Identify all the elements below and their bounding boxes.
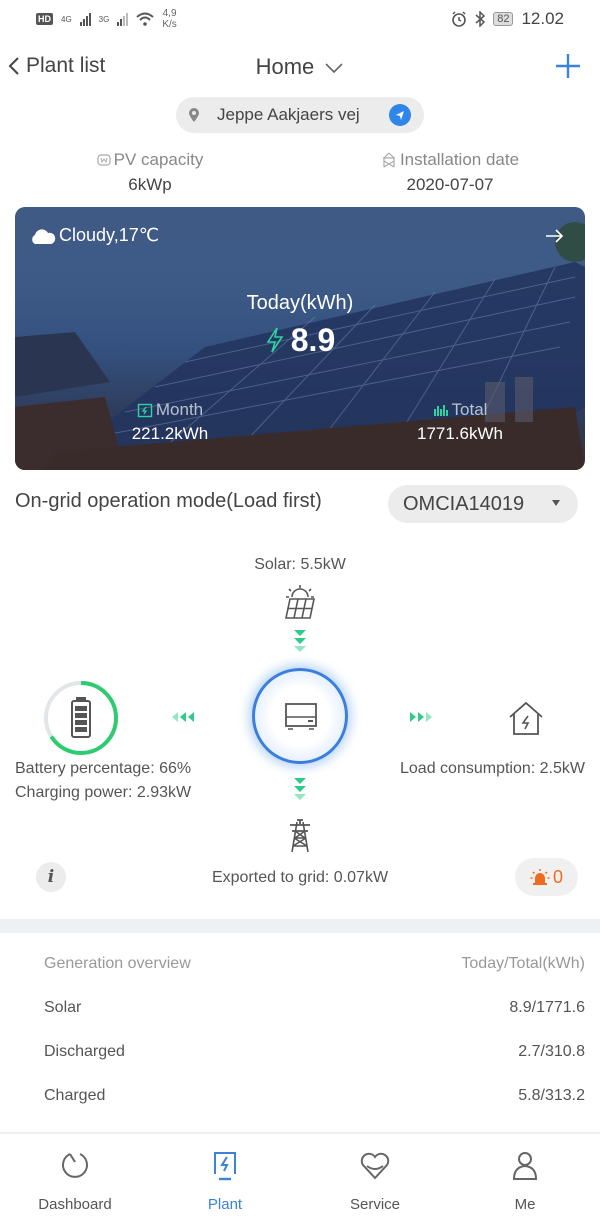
grid-export-text: Exported to grid: 0.07kW (211, 869, 389, 886)
overview-row: Charged 5.8/313.2 (44, 1087, 585, 1105)
pv-capacity: PV capacity 6kWp (75, 150, 225, 195)
house-load-icon (509, 701, 543, 735)
nav-service[interactable]: Service (315, 1148, 435, 1213)
location-pin-icon (189, 108, 199, 122)
pv-capacity-label: PV capacity (113, 150, 204, 169)
alarm-clock-icon (452, 11, 467, 27)
add-plant-button[interactable] (554, 52, 582, 80)
bar-chart-icon (433, 405, 448, 416)
operation-mode-label: On-grid operation mode(Load first) (15, 490, 322, 512)
sim1-network-label: 4G (61, 14, 72, 24)
overview-row-label: Discharged (44, 1043, 125, 1060)
dashboard-icon (62, 1153, 88, 1178)
pv-capacity-value: 6kWp (128, 175, 172, 194)
wifi-icon (136, 12, 155, 26)
hd-voice-icon: HD (36, 13, 53, 25)
signal-icon (117, 12, 129, 26)
caret-down-icon (552, 500, 560, 506)
installation-icon (382, 152, 395, 168)
speed-value: 4,9 (162, 8, 177, 19)
signal-icon (79, 12, 91, 26)
total-value: 1771.6kWh (417, 424, 503, 443)
clock: 12.02 (521, 9, 564, 28)
nav-dashboard-label: Dashboard (38, 1196, 112, 1213)
inverter-node[interactable] (252, 668, 348, 764)
battery-percentage-text: Battery percentage: 66% (15, 760, 192, 777)
nav-plant-label: Plant (207, 1196, 243, 1213)
weather-text: Cloudy,17℃ (59, 225, 159, 245)
overview-header: Generation overview Today/Total(kWh) (44, 955, 585, 973)
today-value: 8.9 (290, 322, 336, 358)
alarm-count: 0 (552, 866, 563, 887)
me-icon (512, 1152, 538, 1180)
today-label: Today(kWh) (246, 292, 354, 314)
power-tower-icon (290, 819, 310, 853)
installation-date-label: Installation date (399, 150, 520, 169)
address-text: Jeppe Aakjaers vej (217, 105, 360, 124)
nav-service-label: Service (349, 1196, 401, 1213)
overview-row: Solar 8.9/1771.6 (44, 999, 585, 1017)
overview-row-label: Charged (44, 1087, 106, 1104)
service-icon (360, 1152, 390, 1180)
battery-level: 82 (493, 12, 514, 26)
overview-row-value: 8.9/1771.6 (509, 999, 585, 1016)
sim2-network-label: 3G (98, 14, 110, 24)
battery-flow-arrows (172, 712, 194, 722)
arrow-right-icon[interactable] (543, 225, 565, 247)
network-speed: 4,9 K/s (162, 8, 176, 30)
installation-date: Installation date 2020-07-07 (365, 150, 535, 195)
navigation-arrow-icon (396, 111, 404, 120)
section-divider (0, 919, 600, 933)
nav-me[interactable]: Me (465, 1148, 585, 1213)
overview-row-label: Solar (44, 999, 82, 1016)
load-consumption-text: Load consumption: 2.5kW (400, 760, 585, 777)
overview-unit: Today/Total(kWh) (461, 955, 585, 972)
charging-power-text: Charging power: 2.93kW (15, 784, 192, 801)
device-selected: OMCIA14019 (403, 492, 525, 515)
solar-power-text: Solar: 5.5kW (254, 556, 346, 573)
weather: Cloudy,17℃ (29, 225, 159, 246)
overview-row-value: 5.8/313.2 (518, 1087, 585, 1104)
bluetooth-icon (475, 11, 486, 27)
page-title: Home (255, 54, 315, 79)
month-label: Month (155, 400, 204, 419)
speed-unit: K/s (162, 19, 177, 30)
installation-date-value: 2020-07-07 (406, 175, 494, 194)
today-value-row: 8.9 (15, 322, 585, 359)
load-flow-arrows (410, 712, 432, 722)
solar-panel-icon (285, 585, 315, 619)
battery-gauge (44, 681, 118, 755)
navigate-button[interactable] (389, 104, 411, 126)
month-value: 221.2kWh (131, 424, 209, 443)
status-bar: HD 4G 3G 4,9 K/s 82 12.02 (0, 0, 600, 40)
header: Plant list Home (0, 48, 600, 88)
overview-title: Generation overview (44, 955, 191, 972)
inverter-icon (285, 703, 317, 730)
overview-row: Discharged 2.7/310.8 (44, 1043, 585, 1061)
battery-icon (71, 697, 91, 738)
calendar-energy-icon (137, 403, 153, 418)
solar-flow-arrows (293, 630, 307, 654)
month-stat: Month 221.2kWh (105, 400, 235, 444)
alarm-siren-icon (530, 869, 550, 885)
device-dropdown[interactable]: OMCIA14019 (388, 485, 578, 523)
overview-row-value: 2.7/310.8 (518, 1043, 585, 1060)
total-label: Total (451, 400, 488, 419)
chevron-down-icon (325, 63, 343, 74)
bottom-nav: Dashboard Plant Service Me (0, 1132, 600, 1224)
energy-summary-card[interactable]: Cloudy,17℃ Today(kWh) 8.9 Month 221.2kWh… (15, 207, 585, 470)
nav-plant[interactable]: Plant (165, 1148, 285, 1213)
nav-me-label: Me (514, 1196, 536, 1213)
lightning-icon (266, 327, 284, 353)
address-pill[interactable]: Jeppe Aakjaers vej (176, 97, 424, 133)
plant-icon (214, 1152, 236, 1181)
cloud-icon (32, 228, 56, 244)
total-stat: Total 1771.6kWh (385, 400, 535, 444)
grid-flow-arrows (293, 778, 307, 802)
nav-dashboard[interactable]: Dashboard (15, 1148, 135, 1213)
pv-capacity-icon (97, 154, 111, 166)
plant-selector[interactable]: Home (0, 54, 600, 80)
alarm-button[interactable]: 0 (515, 858, 578, 896)
